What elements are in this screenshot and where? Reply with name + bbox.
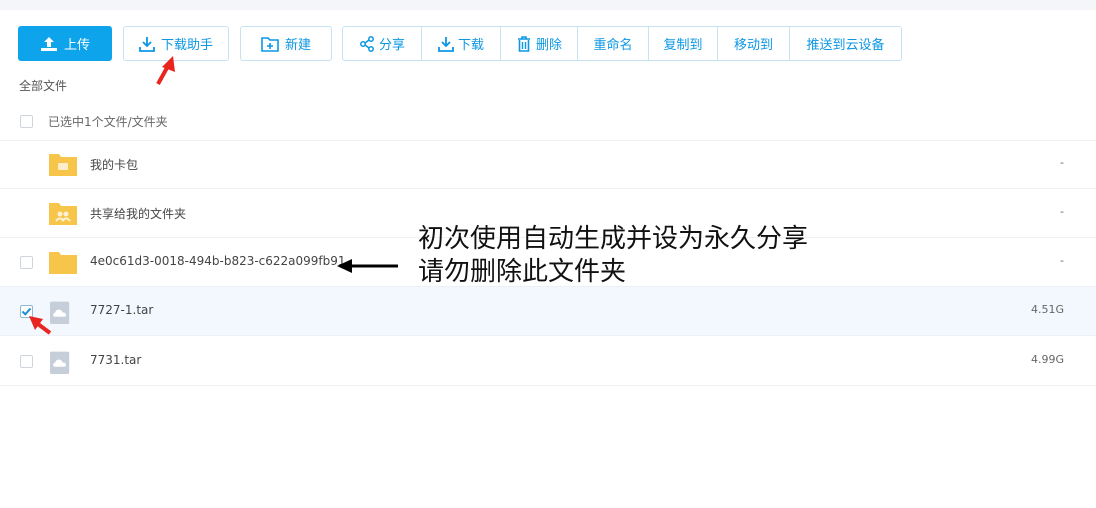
red-arrow-checkbox (29, 316, 52, 335)
red-arrow-download-helper (156, 56, 175, 85)
black-arrow (337, 259, 398, 273)
annotation-arrows (29, 56, 398, 335)
